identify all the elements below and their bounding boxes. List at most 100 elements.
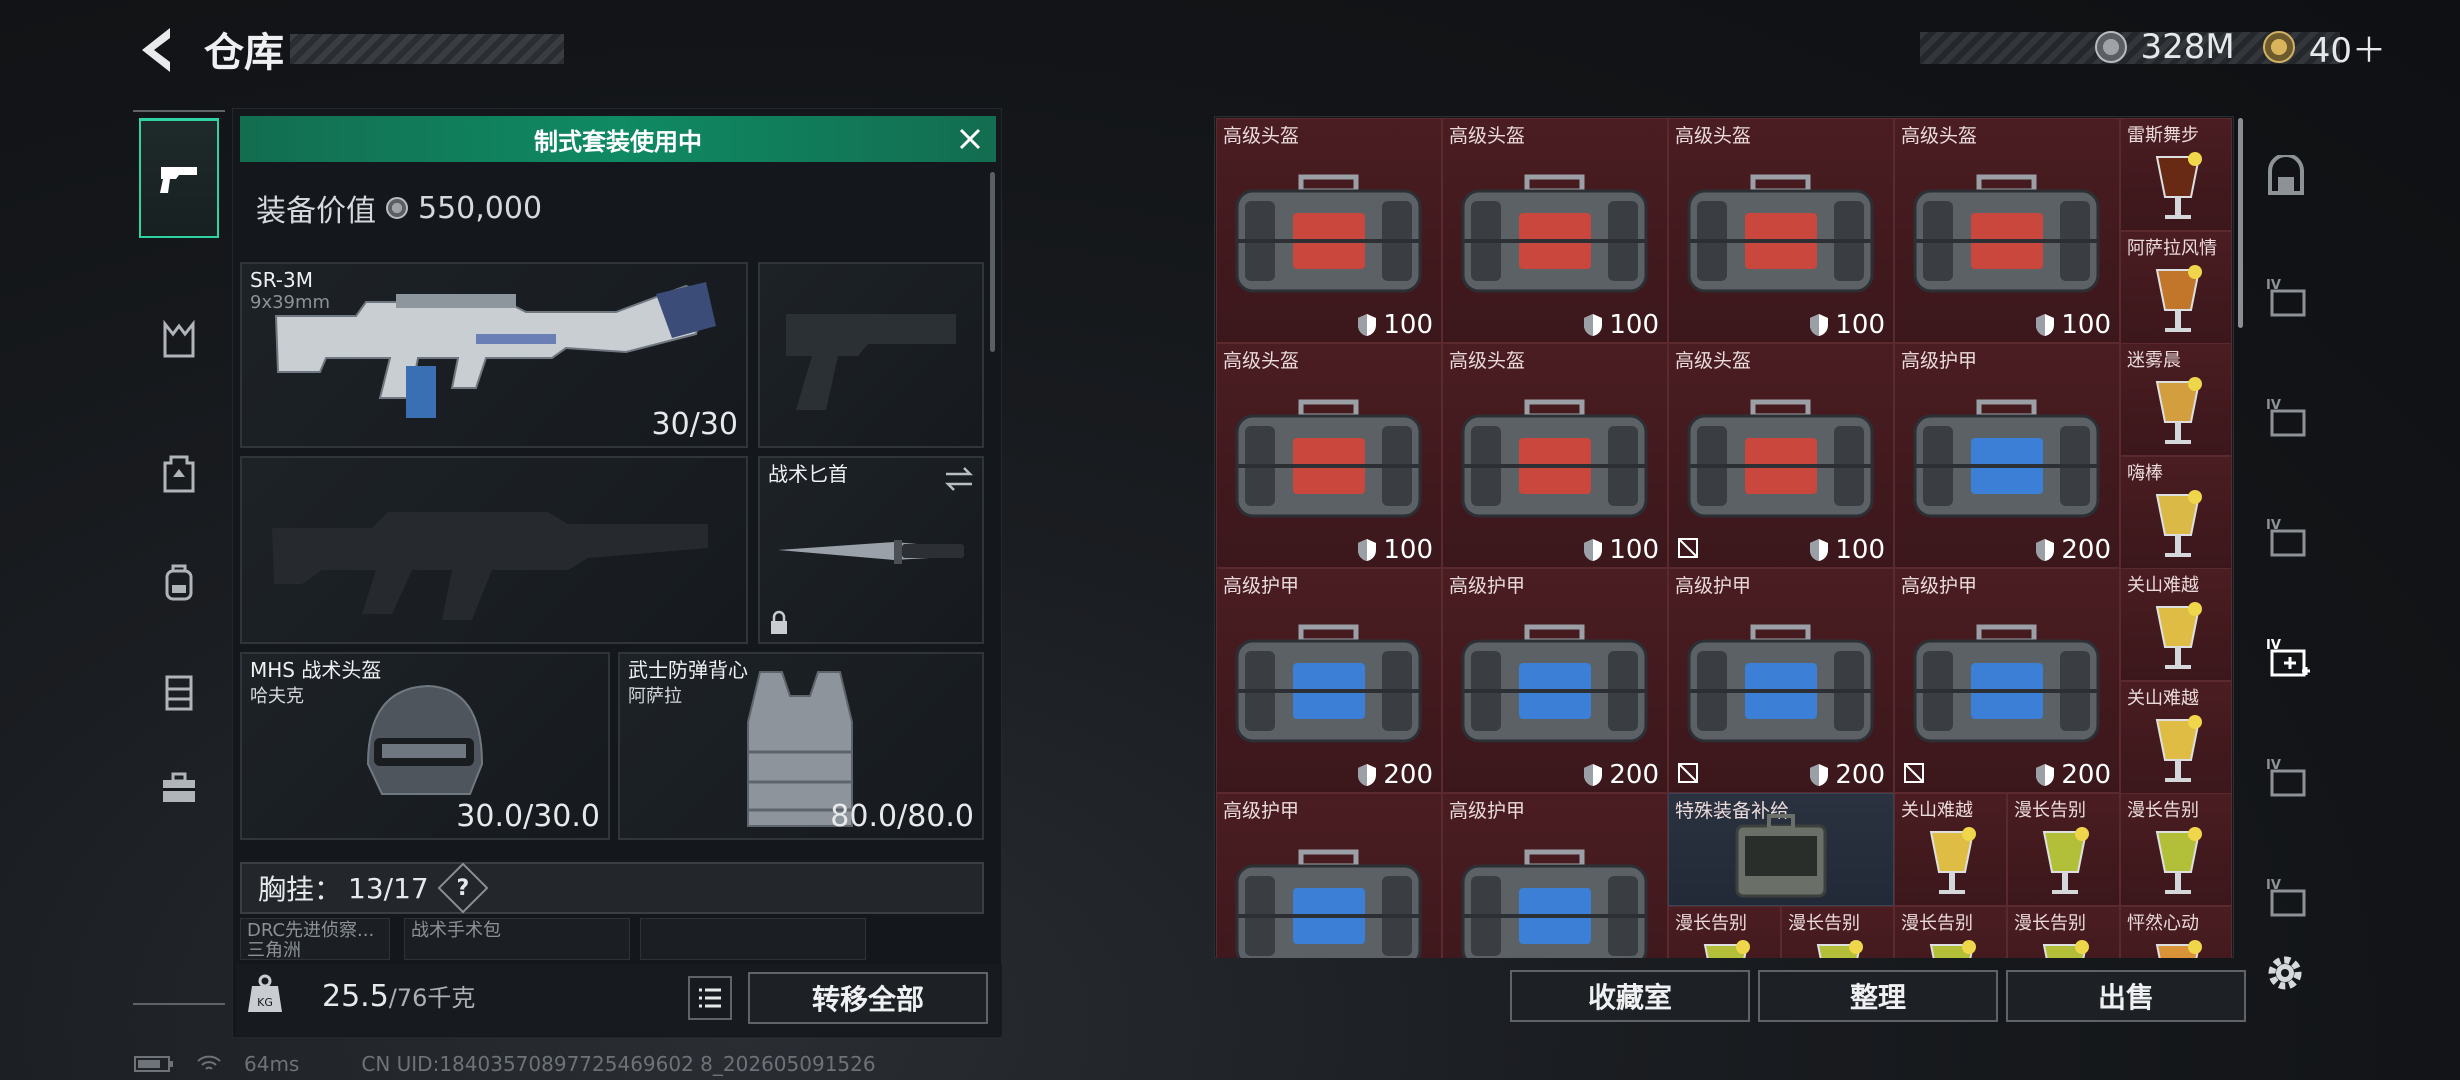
- inventory-item-armor[interactable]: 高级护甲 200: [1442, 568, 1668, 793]
- item-durability: 100: [1357, 310, 1433, 340]
- inventory-item-helmet[interactable]: 高级头盔 100: [1216, 118, 1442, 343]
- primary-weapon-slot[interactable]: SR-3M 9x39mm 30/30: [240, 262, 748, 448]
- inventory-item-helmet[interactable]: 高级头盔 100: [1894, 118, 2120, 343]
- shield-icon: [1810, 764, 1829, 786]
- mini-slot-1-name: DRC先进侦察...: [247, 920, 375, 941]
- item-durability: 200: [1809, 760, 1885, 790]
- gear-icon[interactable]: [2262, 950, 2308, 996]
- currency-bar: 328M 40＋: [2094, 24, 2386, 71]
- item-label: 高级护甲: [1223, 575, 1300, 597]
- collection-room-button[interactable]: 收藏室: [1510, 970, 1750, 1022]
- inventory-scrollbar[interactable]: [2238, 118, 2243, 328]
- storage-category-1[interactable]: [2250, 122, 2326, 232]
- inventory-item-drink[interactable]: 漫长告别: [1894, 906, 2007, 958]
- secondary-weapon-slot[interactable]: [240, 456, 748, 644]
- inventory-item-drink[interactable]: 关山难越: [1894, 793, 2007, 906]
- inventory-item-drink[interactable]: 关山难越: [2120, 568, 2232, 681]
- page-title: 仓库: [204, 30, 284, 76]
- inventory-item-drink[interactable]: 怦然心动: [2120, 906, 2232, 958]
- shield-icon: [1810, 314, 1829, 336]
- inventory-item-armor[interactable]: 高级护甲 200: [1668, 568, 1894, 793]
- storage-category-4[interactable]: IV: [2250, 482, 2326, 592]
- mini-slot-1[interactable]: DRC先进侦察... 三角洲: [240, 918, 390, 960]
- inventory-item-armor[interactable]: 高级护甲 200: [1894, 343, 2120, 568]
- pistol-slot[interactable]: [758, 262, 984, 448]
- shield-icon: [1584, 314, 1603, 336]
- item-label: 高级头盔: [1675, 350, 1752, 372]
- rail-backpack[interactable]: [139, 522, 219, 642]
- inventory-item-helmet[interactable]: 高级头盔 100: [1216, 343, 1442, 568]
- sort-button[interactable]: 整理: [1758, 970, 1998, 1022]
- inventory-item-helmet[interactable]: 高级头盔 100: [1442, 118, 1668, 343]
- inventory-item-drink[interactable]: 漫长告别: [1781, 906, 1894, 958]
- shield-icon: [2036, 314, 2055, 336]
- inventory-item-drink[interactable]: 阿萨拉风情: [2120, 231, 2232, 344]
- mini-slot-2[interactable]: 战术手术包: [404, 918, 630, 960]
- inventory-item-armor[interactable]: 高级护甲 200: [1894, 568, 2120, 793]
- item-durability: 200: [2035, 760, 2111, 790]
- equipment-scrollbar[interactable]: [990, 172, 995, 352]
- safe-icon: [2268, 155, 2304, 195]
- inventory-item-helmet[interactable]: 高级头盔 100: [1668, 343, 1894, 568]
- inventory-item-armor[interactable]: 高级护甲: [1442, 793, 1668, 958]
- inventory-item-helmet[interactable]: 高级头盔 100: [1668, 118, 1894, 343]
- inventory-item-drink[interactable]: 嗨棒: [2120, 456, 2232, 569]
- item-label: 漫长告别: [2014, 800, 2086, 821]
- inventory-item-helmet[interactable]: 高级头盔 100: [1442, 343, 1668, 568]
- vest-slot[interactable]: 武士防弹背心 阿萨拉 80.0/80.0: [618, 652, 984, 840]
- loadout-banner: 制式套装使用中: [240, 116, 996, 162]
- equipment-value-label: 装备价值: [256, 194, 376, 229]
- transfer-all-button[interactable]: 转移全部: [748, 972, 988, 1024]
- rail-armor-rig[interactable]: [139, 280, 219, 400]
- storage-category-5[interactable]: IV: [2250, 602, 2326, 712]
- silver-amount: 328M: [2140, 27, 2235, 67]
- cocktail-image: [2042, 940, 2089, 958]
- backpack-icon: [165, 564, 193, 601]
- help-icon[interactable]: ?: [437, 862, 489, 914]
- storage-category-6[interactable]: IV: [2250, 722, 2326, 832]
- inventory-item-special-supply[interactable]: 特殊装备补给: [1668, 793, 1894, 906]
- inventory-item-drink[interactable]: 迷雾晨: [2120, 343, 2232, 456]
- rail-case[interactable]: [139, 728, 219, 848]
- inventory-item-drink[interactable]: 雷斯舞步: [2120, 118, 2232, 231]
- chest-rig-bar[interactable]: 胸挂： 13/17 ?: [240, 862, 984, 914]
- item-label: 漫长告别: [2127, 800, 2199, 821]
- rail-pistol[interactable]: [139, 118, 219, 238]
- inventory-item-drink[interactable]: 漫长告别: [2120, 793, 2232, 906]
- rail-chest-rig[interactable]: [139, 414, 219, 534]
- item-label: 雷斯舞步: [2127, 125, 2199, 146]
- cocktail-image: [2155, 940, 2202, 958]
- swap-icon[interactable]: [944, 466, 974, 492]
- item-label: 高级头盔: [1449, 350, 1526, 372]
- inventory-item-armor[interactable]: 高级护甲: [1216, 793, 1442, 958]
- item-label: 高级护甲: [1675, 575, 1752, 597]
- gear-bag-image: [1235, 174, 1422, 293]
- shield-icon: [2036, 539, 2055, 561]
- gear-bag-image: [1235, 399, 1422, 518]
- cocktail-image: [1929, 827, 1976, 894]
- item-label: 高级护甲: [1901, 575, 1978, 597]
- shield-icon: [2036, 764, 2055, 786]
- item-label: 高级护甲: [1449, 575, 1526, 597]
- item-label: 嗨棒: [2127, 463, 2163, 484]
- storage-category-3[interactable]: IV: [2250, 362, 2326, 472]
- helmet-slot[interactable]: MHS 战术头盔 哈夫克 30.0/30.0: [240, 652, 610, 840]
- cocktail-image: [2042, 827, 2089, 894]
- close-icon[interactable]: [948, 118, 992, 160]
- mini-slot-3[interactable]: [640, 918, 866, 960]
- iv-box-icon: IV: [2266, 878, 2306, 917]
- gear-bag-image: [1461, 849, 1648, 958]
- item-durability: 200: [1583, 760, 1659, 790]
- inventory-item-drink[interactable]: 漫长告别: [2007, 793, 2120, 906]
- sell-button[interactable]: 出售: [2006, 970, 2246, 1022]
- inventory-item-drink[interactable]: 漫长告别: [1668, 906, 1781, 958]
- inventory-item-armor[interactable]: 高级护甲 200: [1216, 568, 1442, 793]
- melee-slot[interactable]: 战术匕首: [758, 456, 984, 644]
- mini-slot-2-name: 战术手术包: [411, 920, 501, 941]
- storage-category-7[interactable]: IV: [2250, 842, 2326, 952]
- back-arrow-icon[interactable]: [132, 22, 182, 78]
- inventory-item-drink[interactable]: 关山难越: [2120, 681, 2232, 794]
- storage-category-2[interactable]: IV: [2250, 242, 2326, 352]
- list-view-button[interactable]: [688, 976, 732, 1020]
- inventory-item-drink[interactable]: 漫长告别: [2007, 906, 2120, 958]
